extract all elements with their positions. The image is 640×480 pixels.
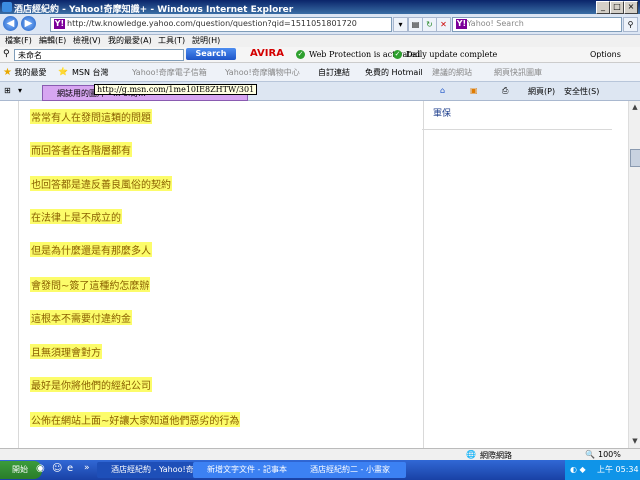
minimize-button[interactable]: _: [596, 1, 610, 14]
avira-logo: AVIRA: [250, 48, 284, 59]
favorites-button[interactable]: ★ 我的最愛: [3, 67, 47, 78]
favorite-msn[interactable]: MSN 台灣: [72, 67, 109, 78]
check-icon: ✓: [393, 50, 402, 59]
toolbar-options[interactable]: Options: [590, 50, 621, 59]
clock: 上午 05:34: [597, 465, 639, 474]
tab-list-icon[interactable]: ▾: [18, 86, 22, 95]
link-tooltip: http://g.msn.com/1me10IE8ZHTW/301: [94, 84, 258, 95]
add-favorite-icon[interactable]: ⭐: [58, 67, 68, 76]
scroll-down-icon[interactable]: ▼: [630, 436, 640, 446]
favorite-yahoo-shopping[interactable]: Yahoo!奇摩購物中心: [225, 67, 300, 78]
answer-line: 但是為什麼還是有那麼多人: [30, 242, 152, 257]
yahoo-toolbar: ⚲ 未命名 Search AVIRA ✓ Web Protection is a…: [0, 47, 640, 63]
page-content: 軍保 常常有人在發問這類的問題 而回答者在各階層都有 也回答都是違反善良風俗的契…: [0, 101, 628, 448]
taskbar-item-ie[interactable]: 酒店經紀約 - Yahoo!奇...: [97, 462, 203, 478]
favorite-suggested-sites[interactable]: 建議的網站: [432, 67, 472, 78]
favorite-custom-links[interactable]: 自訂連結: [318, 67, 350, 78]
daily-update-status[interactable]: Daily update complete: [406, 50, 497, 59]
safety-menu[interactable]: 安全性(S): [564, 86, 599, 97]
compatibility-view-icon[interactable]: ▤: [408, 17, 423, 32]
favorite-yahoo-mail[interactable]: Yahoo!奇摩電子信箱: [132, 67, 207, 78]
quicklaunch-expand-icon[interactable]: »: [84, 463, 90, 473]
zoom-level[interactable]: 100%: [598, 450, 621, 459]
print-icon[interactable]: ⎙: [502, 86, 508, 96]
favorite-web-slice-gallery[interactable]: 網頁快訊圖庫: [494, 67, 542, 78]
home-icon[interactable]: ⌂: [440, 86, 445, 95]
search-placeholder: Yahoo! Search: [467, 19, 524, 28]
star-icon: ★: [3, 67, 12, 78]
taskbar-item-paint[interactable]: 酒店經紀約二 - 小畫家: [296, 462, 406, 478]
answer-line: 公佈在網站上面~好讓大家知道他們惡劣的行為: [30, 412, 241, 427]
maximize-button[interactable]: □: [610, 1, 624, 14]
close-button[interactable]: ×: [624, 1, 638, 14]
menu-favorites[interactable]: 我的最愛(A): [108, 35, 152, 46]
title-bar: 酒店經紀約 - Yahoo!奇摩知識+ - Windows Internet E…: [0, 0, 640, 15]
taskbar: 開始 ◉ ☺ e » 酒店經紀約 - Yahoo!奇... 新增文字文件 - 記…: [0, 460, 640, 480]
yahoo-favicon-icon: Y!: [54, 19, 65, 29]
menu-file[interactable]: 檔案(F): [5, 35, 32, 46]
ie-quicklaunch-icon[interactable]: e: [67, 463, 73, 474]
forward-button[interactable]: ▶: [21, 16, 36, 31]
menu-bar: 檔案(F) 編輯(E) 檢視(V) 我的最愛(A) 工具(T) 說明(H): [0, 35, 640, 47]
answer-line: 而回答者在各階層都有: [30, 142, 132, 157]
answer-line: 最好是你將他們的經紀公司: [30, 377, 152, 392]
answer-line: 且無須理會對方: [30, 344, 102, 359]
toolbar-search-value: 未命名: [18, 51, 42, 60]
tray-icons[interactable]: ◐ ◆: [570, 460, 586, 480]
search-go-icon[interactable]: ⚲: [623, 17, 638, 32]
address-url: http://tw.knowledge.yahoo.com/question/q…: [67, 19, 357, 28]
quick-tabs-icon[interactable]: ⊞: [4, 86, 11, 95]
favorite-hotmail[interactable]: 免費的 Hotmail: [365, 67, 423, 78]
refresh-icon[interactable]: ↻: [422, 17, 437, 32]
toolbar-search-input[interactable]: 未命名: [14, 49, 184, 61]
sidebar-link[interactable]: 軍保: [433, 106, 451, 119]
address-bar[interactable]: Y! http://tw.knowledge.yahoo.com/questio…: [50, 17, 392, 32]
system-tray: ◐ ◆ 上午 05:34: [565, 460, 640, 480]
zoom-icon: 🔍: [585, 450, 595, 459]
scroll-thumb[interactable]: [630, 149, 640, 167]
sidebar-divider: [422, 129, 612, 130]
answer-line: 常常有人在發問這類的問題: [30, 109, 152, 124]
yahoo-search-icon: Y!: [456, 19, 467, 29]
globe-icon: 🌐: [466, 450, 476, 459]
answer-line: 在法律上是不成立的: [30, 209, 122, 224]
answer-line: 會發問~簽了這種約怎麼辦: [30, 277, 151, 292]
address-row: ◀ ▶ Y! http://tw.knowledge.yahoo.com/que…: [0, 14, 640, 35]
address-dropdown-button[interactable]: ▾: [393, 17, 408, 32]
vertical-scrollbar[interactable]: ▲ ▼: [628, 101, 640, 448]
web-protection-status[interactable]: Web Protection is activated: [309, 50, 420, 59]
favorites-bar: ★ 我的最愛 ⭐ MSN 台灣 Yahoo!奇摩電子信箱 Yahoo!奇摩購物中…: [0, 63, 640, 82]
search-icon: ⚲: [3, 49, 10, 59]
menu-tools[interactable]: 工具(T): [158, 35, 185, 46]
ie-icon: [2, 2, 12, 12]
stop-icon[interactable]: ✕: [436, 17, 451, 32]
firefox-icon[interactable]: ◉: [36, 463, 45, 474]
menu-view[interactable]: 檢視(V): [73, 35, 101, 46]
menu-edit[interactable]: 編輯(E): [39, 35, 66, 46]
answer-line: 這根本不需要付違約金: [30, 310, 132, 325]
page-menu[interactable]: 網頁(P): [528, 86, 555, 97]
favorites-label: 我的最愛: [14, 68, 47, 77]
toolbar-search-button[interactable]: Search: [186, 48, 236, 60]
scroll-up-icon[interactable]: ▲: [630, 102, 640, 112]
messenger-icon[interactable]: ☺: [52, 463, 62, 474]
search-box[interactable]: Y! Yahoo! Search: [452, 17, 622, 32]
taskbar-item-notepad[interactable]: 新增文字文件 - 記事本: [193, 462, 304, 478]
feeds-icon[interactable]: ▣: [470, 86, 478, 95]
check-icon: ✓: [296, 50, 305, 59]
back-button[interactable]: ◀: [3, 16, 18, 31]
answer-line: 也回答都是違反善良風俗的契約: [30, 176, 172, 191]
menu-help[interactable]: 說明(H): [192, 35, 220, 46]
